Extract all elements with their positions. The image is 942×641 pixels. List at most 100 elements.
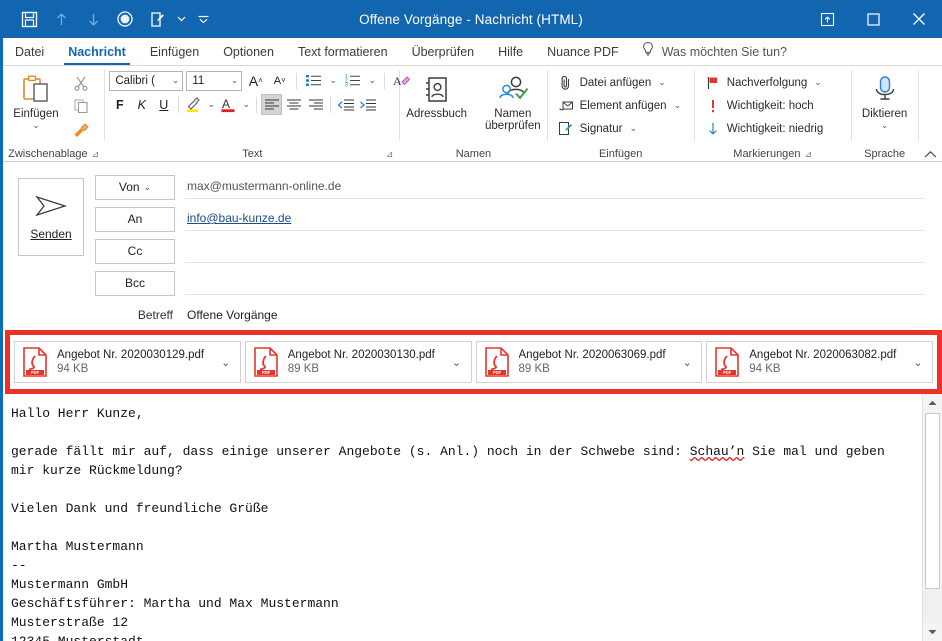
- align-left-icon[interactable]: [261, 94, 283, 115]
- scroll-down-icon[interactable]: [923, 623, 942, 641]
- check-names-button[interactable]: Namen überprüfen: [479, 70, 547, 132]
- chevron-down-icon[interactable]: ⌄: [629, 123, 637, 134]
- message-body-text[interactable]: Hallo Herr Kunze, gerade fällt mir auf, …: [11, 404, 912, 641]
- tab-nachricht[interactable]: Nachricht: [56, 38, 138, 65]
- attachment-item[interactable]: PDF Angebot Nr. 2020030130.pdf 89 KB ⌄: [244, 341, 472, 383]
- highlight-chevron-icon[interactable]: ⌄: [205, 94, 217, 115]
- ribbon-group-clipboard: Einfügen ⌄ Zwischenablage ⊿: [3, 66, 104, 162]
- scrollbar-track[interactable]: [923, 589, 942, 623]
- tab-hilfe[interactable]: Hilfe: [486, 38, 535, 65]
- tags-dialog-launcher-icon[interactable]: ⊿: [805, 149, 813, 160]
- tab-datei[interactable]: Datei: [3, 38, 56, 65]
- attachment-chevron-icon[interactable]: ⌄: [449, 356, 465, 369]
- undo-icon[interactable]: [46, 4, 76, 34]
- numbering-icon[interactable]: 123: [342, 70, 363, 91]
- close-icon[interactable]: [896, 0, 942, 38]
- attachment-item[interactable]: PDF Angebot Nr. 2020063082.pdf 94 KB ⌄: [706, 341, 933, 383]
- underline-button[interactable]: U: [153, 94, 174, 115]
- attach-item-button[interactable]: Element anfügen ⌄: [554, 94, 686, 117]
- tell-me-box[interactable]: Was möchten Sie tun?: [631, 38, 797, 65]
- chevron-down-icon[interactable]: ⌄: [674, 100, 682, 111]
- format-painter-icon[interactable]: [69, 118, 93, 140]
- group-label-speech: Sprache: [864, 148, 906, 160]
- ribbon-group-text: Calibri ( ⌄ 11 ⌄ A ˄ A ˅ ⌄ 123 ⌄ A F K U…: [105, 66, 410, 162]
- customize-qat-icon[interactable]: [190, 4, 216, 34]
- grow-font-icon[interactable]: A ˄: [245, 70, 266, 91]
- signature-label: Signatur: [579, 122, 623, 135]
- paste-chevron-icon[interactable]: ⌄: [32, 120, 40, 130]
- chevron-down-icon[interactable]: ⌄: [658, 77, 666, 88]
- copy-icon[interactable]: [69, 95, 93, 117]
- bullets-icon[interactable]: [303, 70, 324, 91]
- attachment-chevron-icon[interactable]: ⌄: [218, 356, 234, 369]
- clipboard-dialog-launcher-icon[interactable]: ⊿: [92, 149, 100, 160]
- restore-down-icon[interactable]: [804, 0, 850, 38]
- attachment-chevron-icon[interactable]: ⌄: [679, 356, 695, 369]
- divider: [330, 96, 332, 113]
- align-right-icon[interactable]: [305, 94, 326, 115]
- bold-button[interactable]: F: [109, 94, 130, 115]
- bullets-chevron-icon[interactable]: ⌄: [327, 70, 339, 91]
- save-icon[interactable]: [14, 4, 44, 34]
- follow-up-button[interactable]: Nachverfolgung ⌄: [701, 71, 826, 94]
- address-book-button[interactable]: Adressbuch: [400, 70, 473, 120]
- tab-nuance-pdf[interactable]: Nuance PDF: [535, 38, 631, 65]
- collapse-ribbon-button[interactable]: [919, 66, 942, 161]
- attachment-item[interactable]: PDF Angebot Nr. 2020030129.pdf 94 KB ⌄: [14, 341, 241, 383]
- group-label-names: Namen: [455, 148, 492, 160]
- numbering-chevron-icon[interactable]: ⌄: [366, 70, 378, 91]
- from-button[interactable]: Von ⌄: [95, 174, 175, 200]
- increase-indent-icon[interactable]: [357, 94, 378, 115]
- attachment-chevron-icon[interactable]: ⌄: [910, 356, 926, 369]
- bcc-value[interactable]: [185, 270, 924, 295]
- tab-text-formatieren[interactable]: Text formatieren: [286, 38, 400, 65]
- text-dialog-launcher-icon[interactable]: ⊿: [386, 149, 394, 160]
- font-color-chevron-icon[interactable]: ⌄: [240, 94, 252, 115]
- to-value[interactable]: info@bau-kunze.de: [185, 206, 924, 231]
- cc-button[interactable]: Cc: [95, 238, 175, 264]
- attachment-item[interactable]: PDF Angebot Nr. 2020063069.pdf 89 KB ⌄: [475, 341, 703, 383]
- tab-optionen[interactable]: Optionen: [211, 38, 286, 65]
- flag-icon: [705, 76, 721, 90]
- shrink-font-icon[interactable]: A ˅: [269, 70, 290, 91]
- scrollbar-thumb[interactable]: [925, 413, 940, 589]
- send-button[interactable]: Senden: [18, 178, 84, 256]
- italic-button[interactable]: K: [131, 94, 152, 115]
- edit-document-icon[interactable]: [142, 4, 172, 34]
- chevron-down-icon[interactable]: ⌄: [814, 77, 822, 88]
- from-value[interactable]: max@mustermann-online.de: [185, 174, 924, 199]
- attachment-size: 94 KB: [749, 363, 781, 375]
- scroll-up-icon[interactable]: [923, 394, 942, 412]
- high-importance-button[interactable]: Wichtigkeit: hoch: [701, 94, 818, 117]
- font-color-icon[interactable]: A: [218, 94, 239, 115]
- bcc-button[interactable]: Bcc: [95, 270, 175, 296]
- align-center-icon[interactable]: [283, 94, 304, 115]
- ribbon-tab-bar: Datei Nachricht Einfügen Optionen Text f…: [3, 38, 942, 66]
- tab-einfuegen[interactable]: Einfügen: [138, 38, 211, 65]
- to-button[interactable]: An: [95, 206, 175, 232]
- maximize-icon[interactable]: [850, 0, 896, 38]
- subject-value[interactable]: Offene Vorgänge: [185, 302, 924, 327]
- decrease-indent-icon[interactable]: [335, 94, 356, 115]
- address-book-label: Adressbuch: [406, 108, 468, 120]
- attachment-size: 94 KB: [57, 363, 89, 375]
- dictate-chevron-icon[interactable]: ⌄: [881, 120, 889, 130]
- low-importance-button[interactable]: Wichtigkeit: niedrig: [701, 117, 828, 140]
- font-controls-row: Calibri ( ⌄ 11 ⌄ A ˄ A ˅ ⌄ 123 ⌄ A: [105, 69, 416, 92]
- font-name-combo[interactable]: Calibri ( ⌄: [109, 70, 184, 91]
- attach-file-button[interactable]: Datei anfügen ⌄: [554, 71, 670, 94]
- body-vertical-scrollbar[interactable]: [922, 394, 942, 641]
- edit-document-chevron-icon[interactable]: [174, 4, 188, 34]
- tab-ueberpruefen[interactable]: Überprüfen: [400, 38, 487, 65]
- cut-icon[interactable]: [69, 72, 93, 94]
- redo-icon[interactable]: [78, 4, 108, 34]
- record-icon[interactable]: [110, 4, 140, 34]
- message-body[interactable]: Hallo Herr Kunze, gerade fällt mir auf, …: [3, 394, 942, 641]
- signature-button[interactable]: Signatur ⌄: [554, 117, 641, 140]
- paste-button[interactable]: Einfügen ⌄: [3, 70, 69, 130]
- title-bar: Offene Vorgänge - Nachricht (HTML): [0, 0, 942, 38]
- dictate-button[interactable]: Diktieren ⌄: [852, 70, 918, 130]
- font-size-combo[interactable]: 11 ⌄: [186, 70, 243, 91]
- highlight-color-icon[interactable]: [183, 94, 204, 115]
- cc-value[interactable]: [185, 238, 924, 263]
